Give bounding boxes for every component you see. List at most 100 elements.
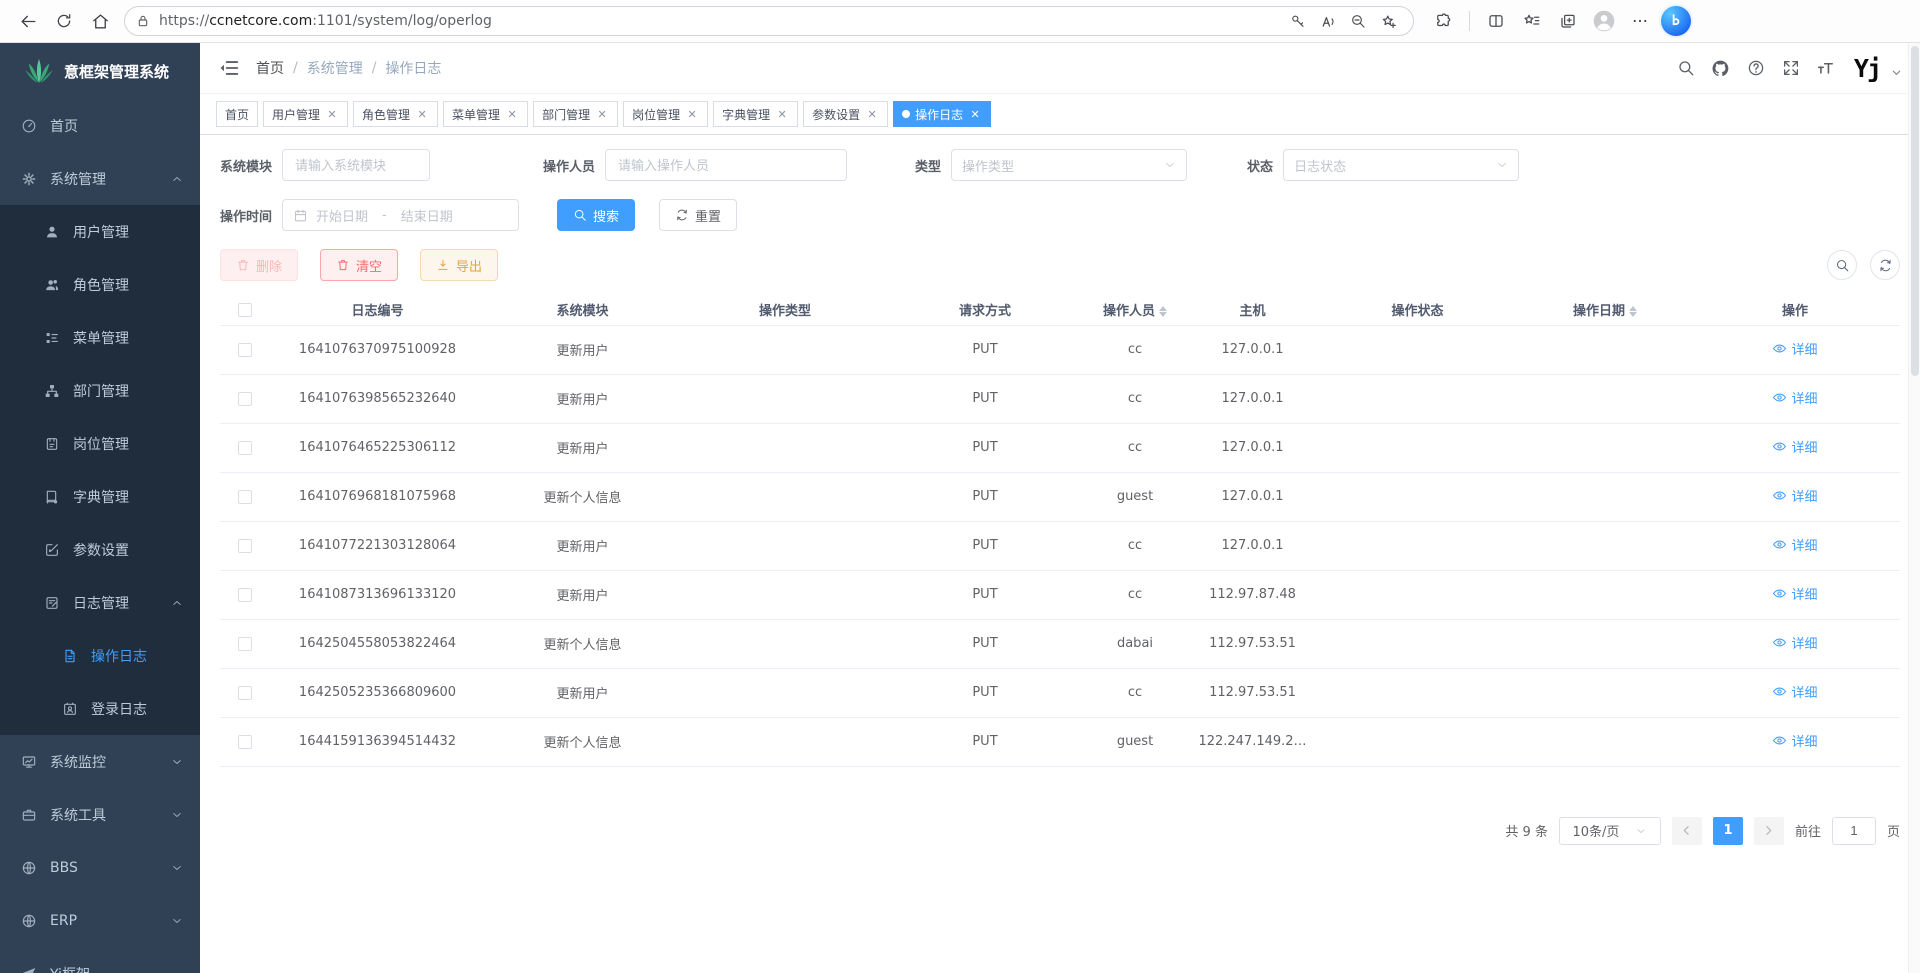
select-all-checkbox[interactable] — [238, 303, 252, 317]
profile-avatar[interactable] — [1589, 6, 1619, 36]
close-icon[interactable]: ✕ — [968, 108, 982, 121]
row-checkbox[interactable] — [238, 441, 252, 455]
detail-link[interactable]: 详细 — [1772, 388, 1817, 407]
detail-link[interactable]: 详细 — [1772, 731, 1817, 750]
next-page-button[interactable] — [1754, 817, 1784, 845]
browser-back-button[interactable] — [10, 3, 46, 39]
tab-menu-manage[interactable]: 菜单管理✕ — [443, 101, 528, 127]
detail-link[interactable]: 详细 — [1772, 535, 1817, 554]
close-icon[interactable]: ✕ — [325, 108, 339, 121]
sort-caret-icon[interactable] — [1629, 306, 1637, 317]
date-range-picker[interactable]: 开始日期 - 结束日期 — [282, 199, 519, 231]
sidebar-item-system-monitor[interactable]: 系统监控 — [0, 735, 200, 788]
sidebar-item-log-manage[interactable]: 日志管理 — [0, 576, 200, 629]
font-size-icon[interactable] — [1811, 53, 1841, 83]
detail-link[interactable]: 详细 — [1772, 486, 1817, 505]
row-checkbox[interactable] — [238, 637, 252, 651]
app-logo[interactable]: 意框架管理系统 — [0, 43, 200, 99]
goto-page-input[interactable] — [1832, 817, 1876, 845]
sidebar-item-operation-log[interactable]: 操作日志 — [0, 629, 200, 682]
extensions-icon[interactable] — [1428, 6, 1458, 36]
detail-link[interactable]: 详细 — [1772, 339, 1817, 358]
row-checkbox[interactable] — [238, 588, 252, 602]
sidebar-collapse-icon[interactable] — [218, 57, 240, 79]
sidebar-item-dict-manage[interactable]: 字典管理 — [0, 470, 200, 523]
page-number-current[interactable]: 1 — [1713, 817, 1743, 845]
browser-refresh-button[interactable] — [46, 3, 82, 39]
user-avatar[interactable]: Yj — [1854, 54, 1880, 83]
delete-button[interactable]: 删除 — [220, 249, 298, 281]
tab-user-manage[interactable]: 用户管理✕ — [263, 101, 348, 127]
search-button[interactable]: 搜索 — [557, 199, 635, 231]
table-search-button[interactable] — [1827, 250, 1857, 280]
close-icon[interactable]: ✕ — [505, 108, 519, 121]
reset-button[interactable]: 重置 — [659, 199, 737, 231]
prev-page-button[interactable] — [1672, 817, 1702, 845]
breadcrumb-home[interactable]: 首页 — [256, 58, 284, 78]
sidebar-item-config-manage[interactable]: 参数设置 — [0, 523, 200, 576]
fullscreen-icon[interactable] — [1776, 53, 1806, 83]
close-icon[interactable]: ✕ — [595, 108, 609, 121]
tab-post-manage[interactable]: 岗位管理✕ — [623, 101, 708, 127]
detail-link[interactable]: 详细 — [1772, 437, 1817, 456]
table-refresh-button[interactable] — [1870, 250, 1900, 280]
row-checkbox[interactable] — [238, 539, 252, 553]
tab-dict-manage[interactable]: 字典管理✕ — [713, 101, 798, 127]
page-size-select[interactable]: 10条/页 — [1559, 817, 1661, 845]
close-icon[interactable]: ✕ — [685, 108, 699, 121]
bing-chat-icon[interactable] — [1661, 6, 1691, 36]
tab-dept-manage[interactable]: 部门管理✕ — [533, 101, 618, 127]
sidebar-item-erp[interactable]: ERP — [0, 894, 200, 947]
sidebar-item-system-manage[interactable]: 系统管理 — [0, 152, 200, 205]
sidebar-item-bbs[interactable]: BBS — [0, 841, 200, 894]
zoom-out-icon[interactable] — [1343, 6, 1373, 36]
row-checkbox[interactable] — [238, 490, 252, 504]
read-aloud-icon[interactable] — [1313, 6, 1343, 36]
search-icon[interactable] — [1671, 53, 1701, 83]
help-icon[interactable] — [1741, 53, 1771, 83]
close-icon[interactable]: ✕ — [775, 108, 789, 121]
row-checkbox[interactable] — [238, 343, 252, 357]
split-screen-icon[interactable] — [1481, 6, 1511, 36]
export-button[interactable]: 导出 — [420, 249, 498, 281]
sidebar-item-dept-manage[interactable]: 部门管理 — [0, 364, 200, 417]
avatar-caret-icon[interactable] — [1891, 63, 1902, 82]
favorites-icon[interactable] — [1517, 6, 1547, 36]
detail-link[interactable]: 详细 — [1772, 682, 1817, 701]
password-key-icon[interactable] — [1283, 6, 1313, 36]
status-select[interactable]: 日志状态 — [1283, 149, 1519, 181]
detail-link[interactable]: 详细 — [1772, 633, 1817, 652]
sidebar-item-home[interactable]: 首页 — [0, 99, 200, 152]
address-bar[interactable]: https://ccnetcore.com:1101/system/log/op… — [124, 6, 1414, 36]
type-select[interactable]: 操作类型 — [951, 149, 1187, 181]
page-scrollbar[interactable] — [1908, 43, 1920, 973]
lock-icon[interactable] — [135, 13, 151, 29]
sidebar-item-menu-manage[interactable]: 菜单管理 — [0, 311, 200, 364]
github-icon[interactable] — [1706, 53, 1736, 83]
clear-button[interactable]: 清空 — [320, 249, 398, 281]
sidebar-item-post-manage[interactable]: 岗位管理 — [0, 417, 200, 470]
tab-role-manage[interactable]: 角色管理✕ — [353, 101, 438, 127]
tab-operation-log[interactable]: 操作日志✕ — [893, 101, 991, 127]
detail-link[interactable]: 详细 — [1772, 584, 1817, 603]
sidebar-item-yi-framework[interactable]: Yi框架 — [0, 947, 200, 973]
close-icon[interactable]: ✕ — [415, 108, 429, 121]
browser-home-button[interactable] — [82, 3, 118, 39]
operator-input[interactable] — [605, 149, 847, 181]
sidebar-item-role-manage[interactable]: 角色管理 — [0, 258, 200, 311]
module-input[interactable] — [282, 149, 430, 181]
row-checkbox[interactable] — [238, 686, 252, 700]
sidebar-item-system-tools[interactable]: 系统工具 — [0, 788, 200, 841]
tab-home[interactable]: 首页 — [216, 101, 258, 127]
scrollbar-thumb[interactable] — [1911, 46, 1919, 376]
favorite-add-icon[interactable] — [1373, 6, 1403, 36]
sidebar-item-login-log[interactable]: 登录日志 — [0, 682, 200, 735]
sidebar-item-user-manage[interactable]: 用户管理 — [0, 205, 200, 258]
more-options-icon[interactable] — [1625, 6, 1655, 36]
tab-config[interactable]: 参数设置✕ — [803, 101, 888, 127]
collections-icon[interactable] — [1553, 6, 1583, 36]
close-icon[interactable]: ✕ — [865, 108, 879, 121]
row-checkbox[interactable] — [238, 392, 252, 406]
row-checkbox[interactable] — [238, 735, 252, 749]
sort-caret-icon[interactable] — [1159, 306, 1167, 317]
